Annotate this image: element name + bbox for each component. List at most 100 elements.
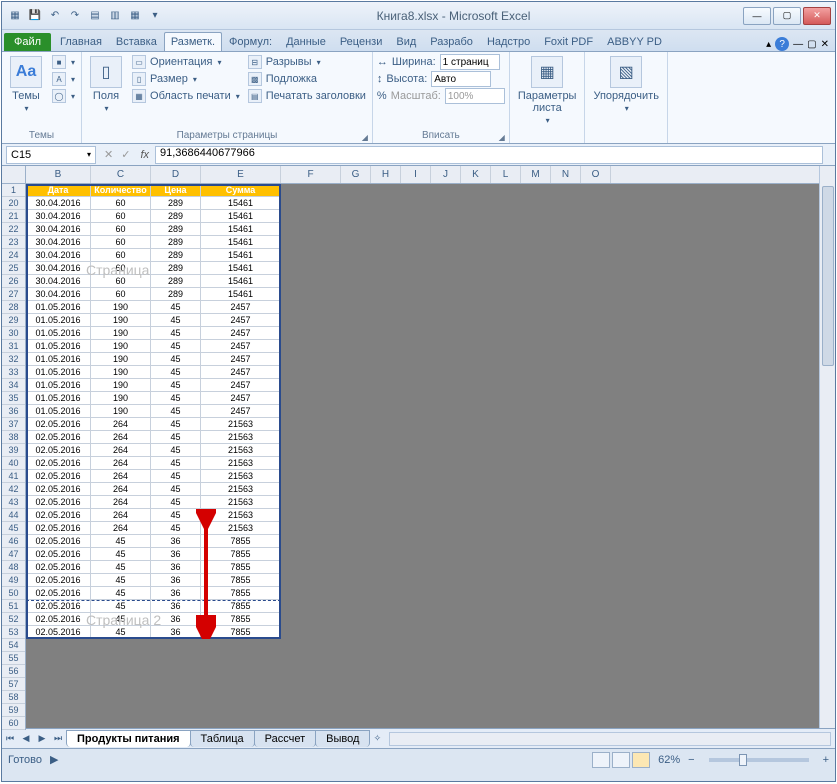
cell[interactable]: 15461 xyxy=(201,275,281,288)
row-header[interactable]: 47 xyxy=(2,548,25,561)
cell[interactable]: 30.04.2016 xyxy=(26,236,91,249)
row-header[interactable]: 38 xyxy=(2,431,25,444)
print-area-button[interactable]: ▦Область печати▾ xyxy=(130,88,242,104)
cell[interactable]: 45 xyxy=(91,535,151,548)
cell[interactable]: 15461 xyxy=(201,236,281,249)
cell[interactable]: 36 xyxy=(151,574,201,587)
cell[interactable]: 264 xyxy=(91,509,151,522)
sheet-tab[interactable]: Рассчет xyxy=(254,730,317,747)
cell[interactable]: 264 xyxy=(91,470,151,483)
macro-icon[interactable]: ▶ xyxy=(50,753,58,766)
cell[interactable]: 45 xyxy=(91,626,151,639)
cell[interactable]: 21563 xyxy=(201,418,281,431)
table-header-cell[interactable]: Цена xyxy=(151,184,201,197)
cell[interactable]: 01.05.2016 xyxy=(26,340,91,353)
cell[interactable]: 264 xyxy=(91,431,151,444)
cell[interactable]: 01.05.2016 xyxy=(26,392,91,405)
cell[interactable]: 2457 xyxy=(201,327,281,340)
theme-effects-button[interactable]: ◯▾ xyxy=(50,88,77,104)
column-header[interactable]: C xyxy=(91,166,151,183)
sheet-tab-active[interactable]: Продукты питания xyxy=(66,730,191,747)
sheet-tab[interactable]: Таблица xyxy=(190,730,255,747)
maximize-button[interactable]: ▢ xyxy=(773,7,801,25)
vertical-scrollbar[interactable] xyxy=(819,166,835,728)
row-header[interactable]: 56 xyxy=(2,665,25,678)
cell[interactable]: 190 xyxy=(91,353,151,366)
cell[interactable]: 02.05.2016 xyxy=(26,418,91,431)
qat-btn[interactable]: ▥ xyxy=(106,7,124,25)
cell[interactable]: 190 xyxy=(91,366,151,379)
cell[interactable]: 7855 xyxy=(201,561,281,574)
ribbon-tab[interactable]: Разрабо xyxy=(423,32,480,51)
cell[interactable]: 264 xyxy=(91,496,151,509)
cell[interactable]: 15461 xyxy=(201,249,281,262)
cell[interactable]: 2457 xyxy=(201,314,281,327)
normal-view-button[interactable] xyxy=(592,752,610,768)
qat-btn[interactable]: ▤ xyxy=(86,7,104,25)
cell[interactable]: 2457 xyxy=(201,405,281,418)
row-header[interactable]: 34 xyxy=(2,379,25,392)
ribbon-tab[interactable]: Рецензи xyxy=(333,32,390,51)
cell[interactable]: 7855 xyxy=(201,587,281,600)
doc-restore-icon[interactable]: ▢ xyxy=(807,39,816,50)
cell[interactable]: 01.05.2016 xyxy=(26,314,91,327)
ribbon-tab[interactable]: Формул: xyxy=(222,32,279,51)
cell[interactable]: 02.05.2016 xyxy=(26,431,91,444)
row-header[interactable]: 53 xyxy=(2,626,25,639)
cell[interactable]: 45 xyxy=(91,613,151,626)
cell[interactable]: 02.05.2016 xyxy=(26,600,91,613)
cell[interactable]: 02.05.2016 xyxy=(26,574,91,587)
margins-button[interactable]: ▯ Поля▾ xyxy=(86,54,126,115)
zoom-thumb[interactable] xyxy=(739,754,747,766)
table-header-cell[interactable]: Дата xyxy=(26,184,91,197)
cell[interactable]: 45 xyxy=(151,509,201,522)
cell[interactable]: 36 xyxy=(151,626,201,639)
column-header[interactable]: F xyxy=(281,166,341,183)
cell[interactable]: 7855 xyxy=(201,574,281,587)
cell[interactable]: 01.05.2016 xyxy=(26,327,91,340)
cell[interactable]: 45 xyxy=(151,327,201,340)
redo-icon[interactable]: ↷ xyxy=(66,7,84,25)
cell[interactable]: 36 xyxy=(151,535,201,548)
height-input[interactable] xyxy=(431,71,491,87)
cell[interactable]: 30.04.2016 xyxy=(26,223,91,236)
cell[interactable]: 45 xyxy=(151,379,201,392)
arrange-button[interactable]: ▧ Упорядочить▾ xyxy=(589,54,662,115)
cell[interactable]: 02.05.2016 xyxy=(26,626,91,639)
file-tab[interactable]: Файл xyxy=(4,33,51,51)
cell[interactable]: 45 xyxy=(91,548,151,561)
cell[interactable]: 289 xyxy=(151,197,201,210)
cell[interactable]: 289 xyxy=(151,275,201,288)
cell[interactable]: 36 xyxy=(151,600,201,613)
cell[interactable]: 45 xyxy=(151,353,201,366)
cell[interactable]: 02.05.2016 xyxy=(26,561,91,574)
column-header[interactable]: E xyxy=(201,166,281,183)
cell[interactable]: 21563 xyxy=(201,496,281,509)
cell[interactable]: 60 xyxy=(91,249,151,262)
cell[interactable]: 02.05.2016 xyxy=(26,444,91,457)
ribbon-tab[interactable]: ABBYY PD xyxy=(600,32,669,51)
cell[interactable]: 21563 xyxy=(201,509,281,522)
cell[interactable]: 01.05.2016 xyxy=(26,379,91,392)
scroll-thumb[interactable] xyxy=(822,186,834,366)
ribbon-tab[interactable]: Надстро xyxy=(480,32,537,51)
column-header[interactable]: O xyxy=(581,166,611,183)
row-header[interactable]: 49 xyxy=(2,574,25,587)
cell[interactable]: 190 xyxy=(91,340,151,353)
cell[interactable]: 190 xyxy=(91,314,151,327)
column-header[interactable]: M xyxy=(521,166,551,183)
cell[interactable]: 45 xyxy=(151,314,201,327)
cell[interactable]: 7855 xyxy=(201,535,281,548)
row-header[interactable]: 48 xyxy=(2,561,25,574)
cell[interactable]: 2457 xyxy=(201,392,281,405)
close-button[interactable]: ✕ xyxy=(803,7,831,25)
cell[interactable]: 289 xyxy=(151,223,201,236)
cell[interactable]: 15461 xyxy=(201,197,281,210)
cell[interactable]: 21563 xyxy=(201,470,281,483)
cell[interactable]: 190 xyxy=(91,301,151,314)
cell[interactable]: 190 xyxy=(91,405,151,418)
cell[interactable]: 02.05.2016 xyxy=(26,548,91,561)
new-sheet-icon[interactable]: ✧ xyxy=(369,733,385,744)
cell[interactable]: 36 xyxy=(151,613,201,626)
cell[interactable]: 45 xyxy=(91,574,151,587)
